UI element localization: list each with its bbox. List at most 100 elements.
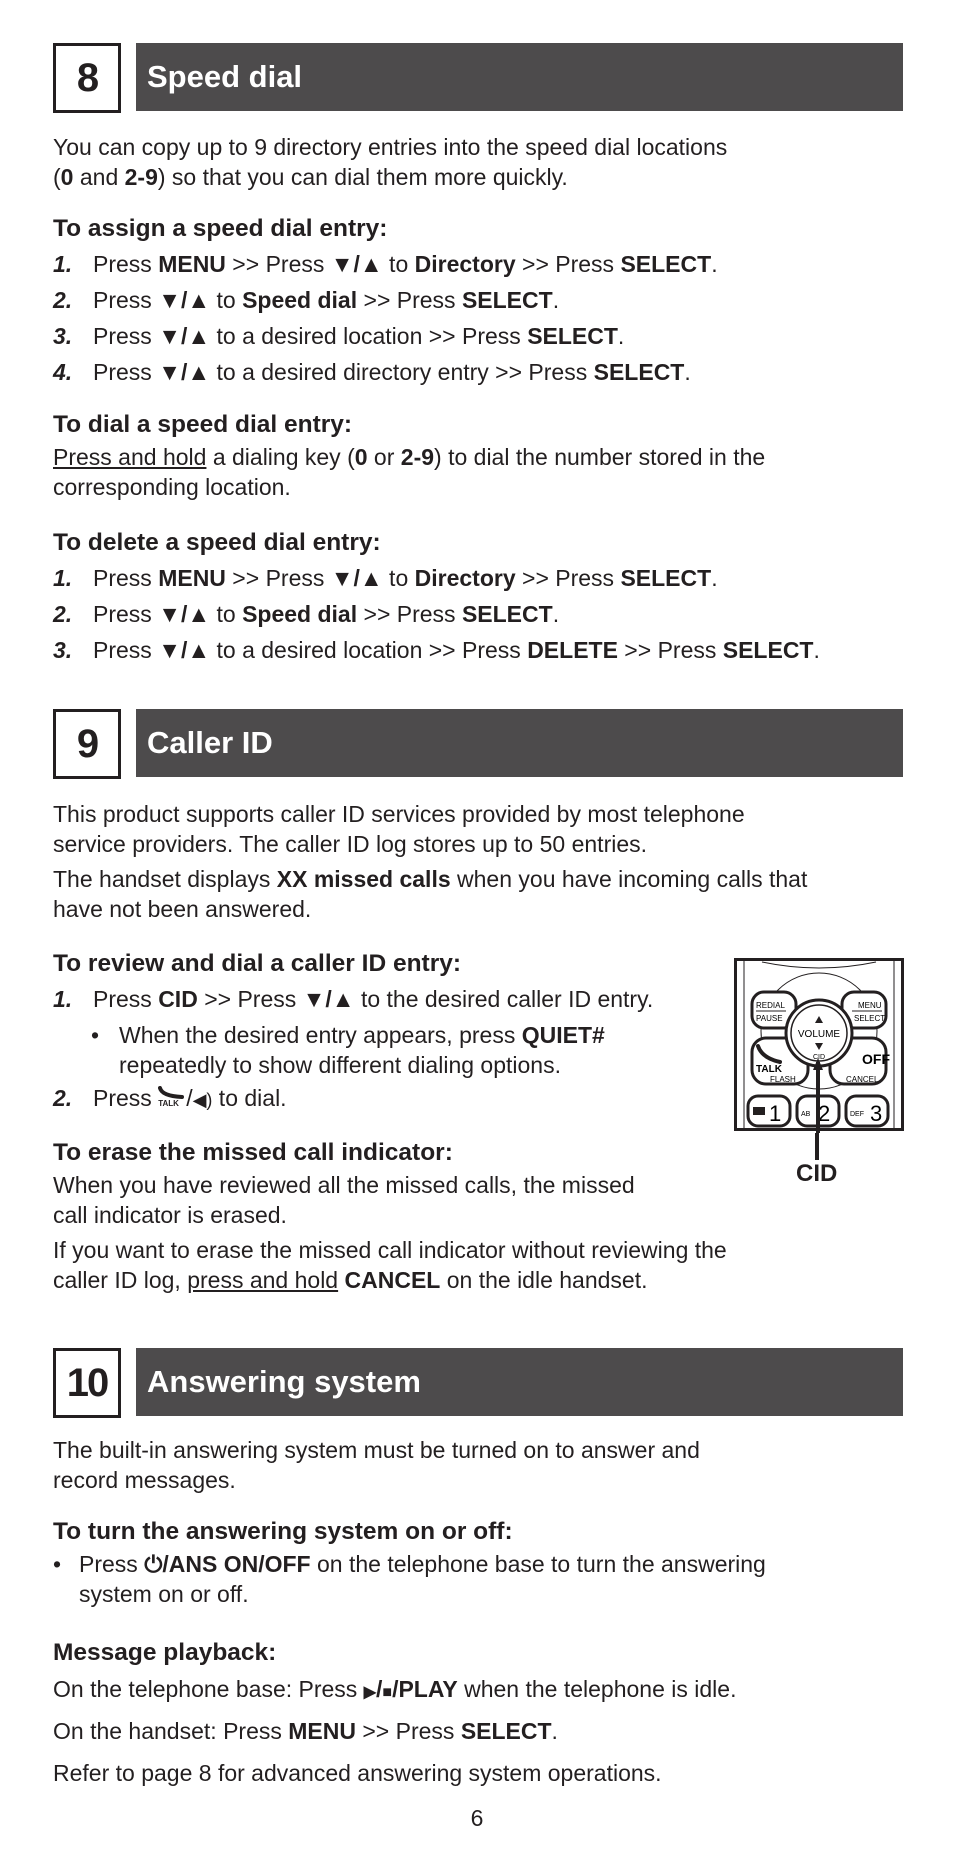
subheading: To delete a speed dial entry: (53, 529, 381, 556)
key: Speed dial (242, 287, 358, 313)
step-number: 1. (53, 986, 73, 1012)
arrow-keys: ▼/▲ (158, 323, 211, 349)
step-number: 2. (53, 287, 73, 313)
step-number: 3. (53, 637, 73, 663)
key: SELECT (527, 323, 618, 349)
key: 2-9 (400, 444, 435, 470)
section-title: Speed dial (136, 43, 903, 111)
section-number: 10 (53, 1348, 121, 1418)
flash-key-label: FLASH (770, 1075, 796, 1084)
intro-line: (0 and 2-9) so that you can dial them mo… (53, 162, 913, 192)
list-item: 3. Press ▼/▲ to a desired location >> Pre… (53, 318, 913, 354)
subheading: To dial a speed dial entry: (53, 411, 353, 438)
text: repeatedly to show different dialing opt… (119, 1052, 561, 1078)
refer-note: Refer to page 8 for advanced answering s… (53, 1760, 662, 1786)
text: . (711, 251, 718, 277)
key: 0 (354, 444, 368, 470)
paragraph-line: record messages. (53, 1467, 236, 1493)
list-item: 1. Press MENU >> Press ▼/▲ to Directory >… (53, 246, 913, 282)
text: ) to dial the number stored in the (434, 444, 766, 470)
arrow-keys: ▼/▲ (302, 986, 355, 1012)
key: MENU (288, 1718, 356, 1744)
text: when you have incoming calls that (450, 866, 808, 892)
text: . (552, 287, 560, 313)
step-number: 4. (53, 359, 73, 385)
key: SELECT (620, 565, 712, 591)
power-icon: ⏻ (144, 1551, 163, 1577)
arrow-keys: ▼/▲ (158, 359, 211, 385)
text: When the desired entry appears, press (119, 1022, 522, 1048)
cid-callout-label: CID (796, 1160, 838, 1187)
text: on the idle handset. (440, 1267, 648, 1293)
key: SELECT (461, 287, 553, 313)
key: SELECT (722, 637, 814, 663)
text: on the telephone base to turn the answer… (310, 1551, 766, 1577)
list-item: 3. Press ▼/▲ to a desired location >> Pre… (53, 632, 913, 668)
step-number: 2. (53, 601, 73, 627)
dial-speed-dial: To dial a speed dial entry: Press and ho… (53, 408, 913, 502)
callout-line (815, 1133, 819, 1160)
key: QUIET# (521, 1022, 605, 1048)
text: to (382, 565, 415, 591)
key: SELECT (593, 359, 685, 385)
text: caller ID log, (53, 1267, 188, 1293)
text: . (711, 565, 718, 591)
list-item: • When the desired entry appears, press Q… (53, 1017, 733, 1080)
erase-missed-call: To erase the missed call indicator: When… (53, 1136, 913, 1295)
section-header-caller-id: 9 Caller ID (53, 709, 903, 779)
subheading: To review and dial a caller ID entry: (53, 950, 462, 977)
key: DELETE (527, 637, 618, 663)
underlined-text: Press and hold (53, 444, 207, 470)
arrow-keys: ▼/▲ (330, 565, 383, 591)
handset-keypad-illustration: REDIAL PAUSE MENU SELECT VOLUME CID TALK… (734, 958, 904, 1133)
text: Press (93, 565, 159, 591)
assign-speed-dial: To assign a speed dial entry: 1. Press ME… (53, 212, 913, 390)
list-item: 4. Press ▼/▲ to a desired directory entry… (53, 354, 913, 390)
section-header-speed-dial: 8 Speed dial (53, 43, 903, 113)
paragraph-line: Press and hold a dialing key (0 or 2-9) … (53, 442, 913, 472)
list-item: 1. Press MENU >> Press ▼/▲ to Directory >… (53, 560, 913, 596)
text: to (210, 287, 243, 313)
key: 2-9 (124, 164, 158, 190)
text: >> Press (515, 251, 621, 277)
text: . (551, 1718, 558, 1744)
list-item: • Press ⏻/ANS ON/OFF on the telephone bas… (53, 1549, 913, 1609)
key-1-label: 1 (769, 1101, 781, 1126)
key: Directory (414, 565, 516, 591)
key: Speed dial (242, 601, 358, 627)
talk-icon-label: TALK (158, 1099, 179, 1108)
text: >> Press (225, 251, 331, 277)
text: or (367, 444, 401, 470)
off-key-label: OFF (862, 1051, 890, 1067)
step-number: 3. (53, 323, 73, 349)
section-title: Answering system (136, 1348, 903, 1416)
talk-icon: TALK (158, 1086, 186, 1108)
display-message: XX missed calls (276, 866, 451, 892)
paragraph-line: The handset displays XX missed calls whe… (53, 864, 913, 894)
paragraph-line: corresponding location. (53, 474, 291, 500)
text: . (617, 323, 625, 349)
answering-intro: The built-in answering system must be tu… (53, 1435, 913, 1495)
text: and (73, 164, 125, 190)
message-playback: Message playback: On the telephone base:… (53, 1636, 913, 1750)
text: >> Press (197, 986, 303, 1012)
text: to a desired location >> Press (210, 637, 528, 663)
key: CID (158, 986, 198, 1012)
text: >> Press (357, 287, 462, 313)
section-header-answering-system: 10 Answering system (53, 1348, 903, 1418)
key-3-label: 3 (870, 1101, 882, 1126)
paragraph-line: On the telephone base: Press ▶/■/PLAY wh… (53, 1670, 913, 1712)
redial-key-label: REDIAL (756, 1001, 785, 1010)
paragraph-line: If you want to erase the missed call ind… (53, 1237, 727, 1263)
text: . (813, 637, 820, 663)
text: Press (93, 1085, 159, 1111)
text: Press (93, 986, 159, 1012)
paragraph-line: have not been answered. (53, 896, 312, 922)
delete-speed-dial: To delete a speed dial entry: 1. Press ME… (53, 526, 913, 668)
text: to (210, 601, 243, 627)
text: Press (93, 251, 159, 277)
text: . (684, 359, 691, 385)
text: a dialing key ( (206, 444, 355, 470)
subheading: To assign a speed dial entry: (53, 215, 388, 242)
paragraph-line: When you have reviewed all the missed ca… (53, 1172, 635, 1198)
